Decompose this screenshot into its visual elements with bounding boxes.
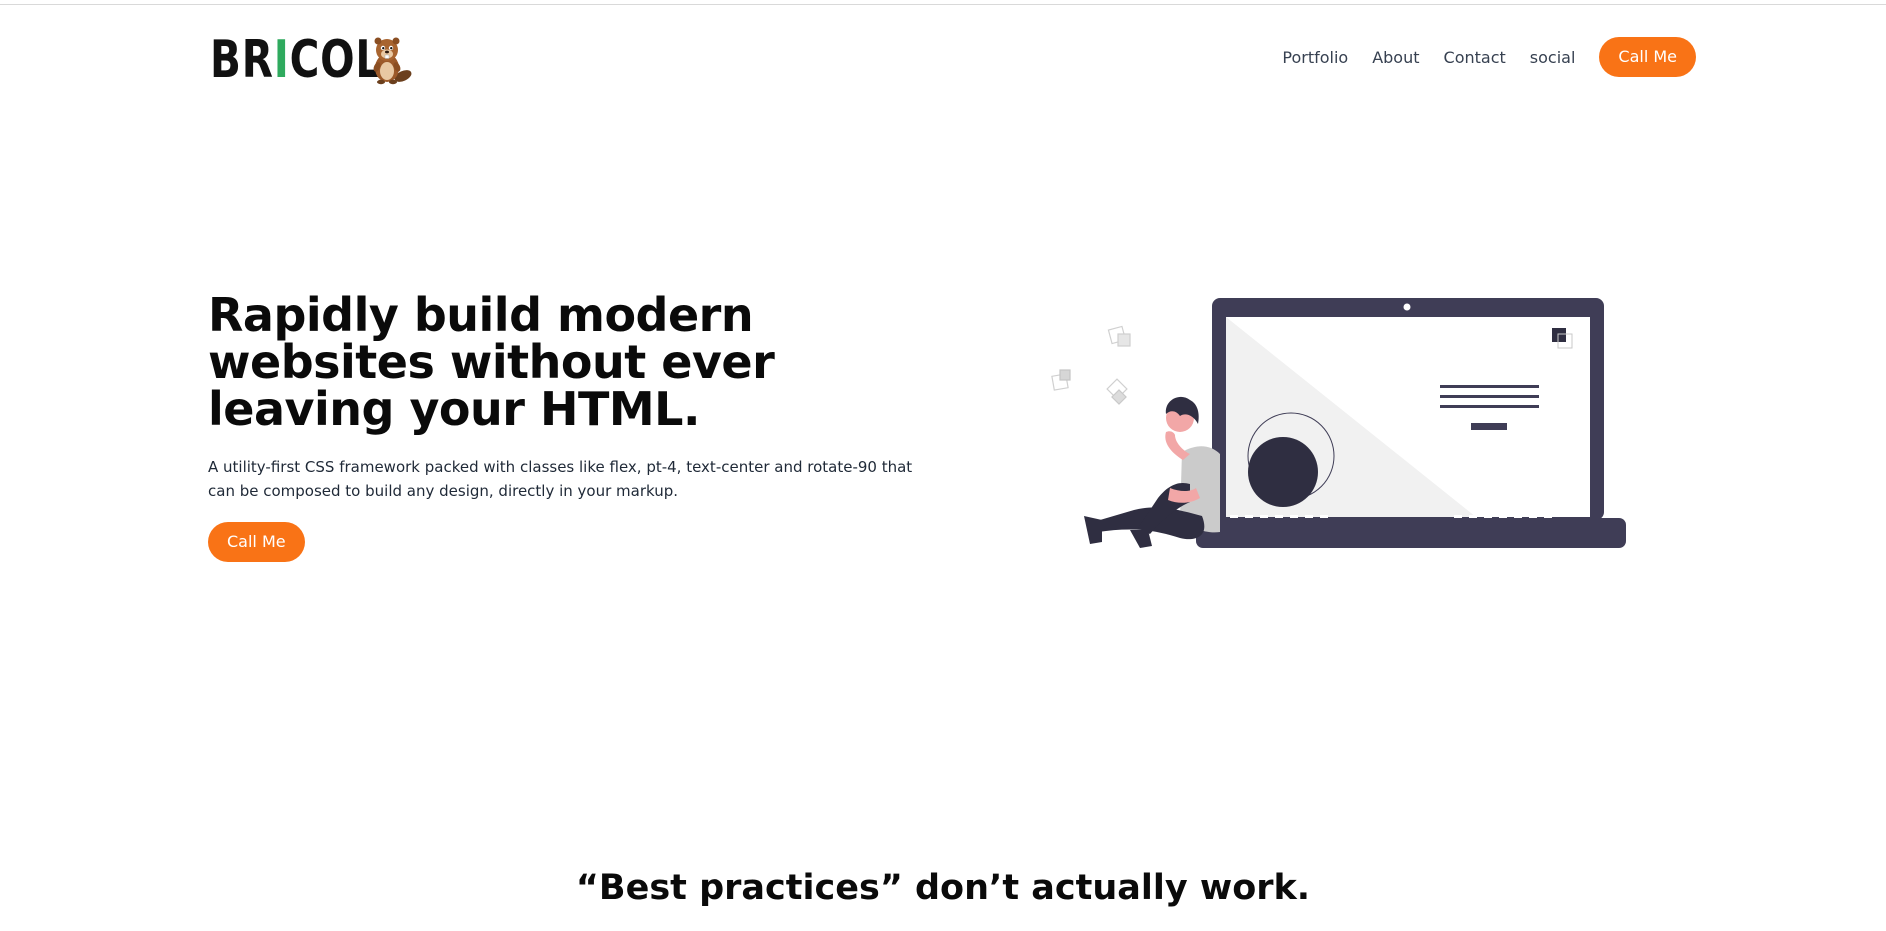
logo-wordmark: BRICOL bbox=[210, 30, 383, 90]
floating-squares bbox=[1051, 325, 1131, 405]
section-title: “Best practices” don’t actually work. bbox=[575, 868, 1311, 908]
hero-title: Rapidly build modern websites without ev… bbox=[208, 288, 775, 436]
nav-link-social[interactable]: social bbox=[1530, 48, 1576, 67]
person-with-laptop-illustration bbox=[1051, 298, 1626, 548]
section-subtitle bbox=[480, 922, 1410, 931]
wrench-icon: I bbox=[273, 30, 290, 90]
laptop-base bbox=[1196, 518, 1626, 548]
main-nav: Portfolio About Contact social Call Me bbox=[1282, 37, 1696, 77]
nav-link-portfolio[interactable]: Portfolio bbox=[1282, 48, 1348, 67]
top-border bbox=[0, 0, 1886, 5]
hero-description: A utility-first CSS framework packed wit… bbox=[208, 458, 913, 500]
beaver-icon bbox=[373, 37, 412, 85]
brand-logo[interactable]: BRICOL bbox=[210, 32, 431, 86]
laptop-screen-circle bbox=[1248, 437, 1318, 507]
hero-call-me-button[interactable]: Call Me bbox=[208, 522, 305, 562]
nav-link-about[interactable]: About bbox=[1372, 48, 1419, 67]
nav-link-contact[interactable]: Contact bbox=[1444, 48, 1506, 67]
nav-call-me-button[interactable]: Call Me bbox=[1599, 37, 1696, 77]
sitting-person bbox=[1084, 396, 1220, 548]
